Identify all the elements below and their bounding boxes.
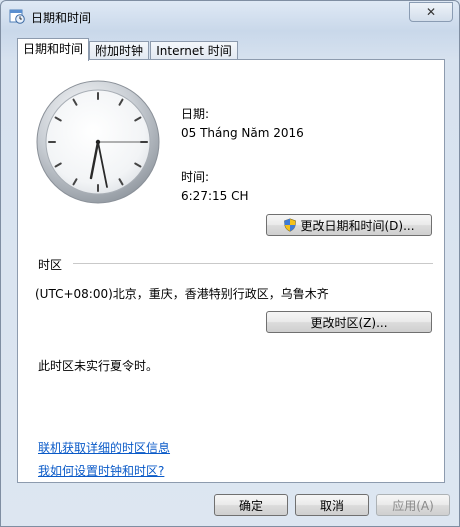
time-value: 6:27:15 CH — [181, 189, 249, 203]
window-title: 日期和时间 — [31, 11, 92, 25]
change-date-time-button[interactable]: 更改日期和时间(D)... — [266, 214, 432, 236]
online-timezone-info-link[interactable]: 联机获取详细的时区信息 — [38, 439, 170, 456]
tab-label: 日期和时间 — [22, 42, 83, 56]
dst-note: 此时区未实行夏令时。 — [38, 359, 159, 373]
cancel-button[interactable]: 取消 — [295, 494, 369, 516]
apply-button[interactable]: 应用(A) — [376, 494, 450, 516]
tab-label: 附加时钟 — [94, 44, 143, 58]
timezone-section-label: 时区 — [38, 258, 63, 272]
calendar-clock-icon — [9, 9, 25, 24]
tab-label: Internet 时间 — [156, 44, 232, 58]
change-timezone-label: 更改时区(Z)... — [310, 315, 388, 330]
timezone-value: (UTC+08:00)北京，重庆，香港特别行政区，乌鲁木齐 — [35, 287, 329, 301]
date-time-panel: 日期: 05 Tháng Năm 2016 时间: 6:27:15 CH 更改日… — [17, 59, 445, 483]
tab-date-time[interactable]: 日期和时间 — [17, 38, 89, 61]
ok-label: 确定 — [238, 498, 263, 513]
tab-additional-clocks[interactable]: 附加时钟 — [89, 41, 149, 60]
date-label: 日期: — [181, 107, 210, 121]
time-label: 时间: — [181, 170, 210, 184]
title-bar[interactable]: 日期和时间 ✕ — [1, 1, 459, 31]
change-date-time-label: 更改日期和时间(D)... — [300, 218, 415, 233]
change-timezone-button[interactable]: 更改时区(Z)... — [266, 311, 432, 333]
uac-shield-icon — [284, 218, 297, 232]
close-icon: ✕ — [425, 5, 437, 19]
ok-button[interactable]: 确定 — [214, 494, 288, 516]
analog-clock — [36, 80, 160, 204]
tab-internet-time[interactable]: Internet 时间 — [150, 41, 238, 60]
date-value: 05 Tháng Năm 2016 — [181, 126, 304, 140]
how-to-set-clock-link[interactable]: 我如何设置时钟和时区? — [38, 462, 164, 479]
apply-label: 应用(A) — [392, 498, 434, 513]
timezone-divider — [73, 263, 433, 264]
cancel-label: 取消 — [319, 498, 344, 513]
date-time-dialog: 日期和时间 ✕ 日期和时间 附加时钟 Internet 时间 日期: 05 Th… — [0, 0, 460, 527]
close-button[interactable]: ✕ — [409, 2, 453, 22]
